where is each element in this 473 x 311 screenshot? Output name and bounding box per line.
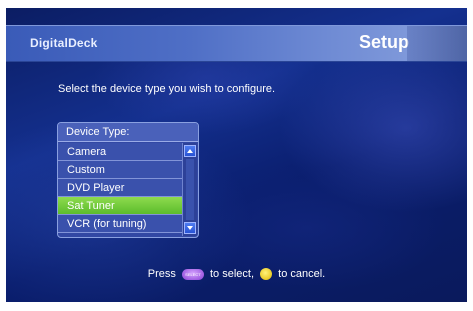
setup-screen: DigitalDeck Setup Select the device type… <box>6 8 467 302</box>
page-title: Setup <box>358 32 409 52</box>
select-button-icon: SELECT <box>181 268 204 280</box>
footer-cancel-text: to cancel. <box>278 268 326 281</box>
list-item-dvd-player[interactable]: DVD Player <box>58 179 182 197</box>
scroll-track[interactable] <box>186 159 194 220</box>
footer-hint: Press SELECT to select, to cancel. <box>6 268 467 281</box>
header-right-panel <box>407 26 467 61</box>
cancel-button-icon <box>260 268 273 281</box>
brand-logo: DigitalDeck <box>30 36 98 50</box>
scroll-down-arrow-icon[interactable] <box>184 222 196 234</box>
listbox-header: Device Type: <box>58 123 198 142</box>
scroll-up-arrow-icon[interactable] <box>184 145 196 157</box>
footer-select-text: to select, <box>210 268 255 281</box>
instruction-text: Select the device type you wish to confi… <box>58 83 276 95</box>
device-type-listbox[interactable]: Device Type: Camera Custom DVD Player Sa… <box>57 122 199 238</box>
list-item-vcr[interactable]: VCR (for tuning) <box>58 215 182 233</box>
header-bar: DigitalDeck Setup <box>6 25 467 62</box>
list-scrollbar[interactable] <box>182 143 197 236</box>
list-item-camera[interactable]: Camera <box>58 143 182 161</box>
list-item-sat-tuner[interactable]: Sat Tuner <box>58 197 182 215</box>
list-item-custom[interactable]: Custom <box>58 161 182 179</box>
device-type-list: Camera Custom DVD Player Sat Tuner VCR (… <box>58 143 182 233</box>
footer-press-text: Press <box>147 268 176 281</box>
